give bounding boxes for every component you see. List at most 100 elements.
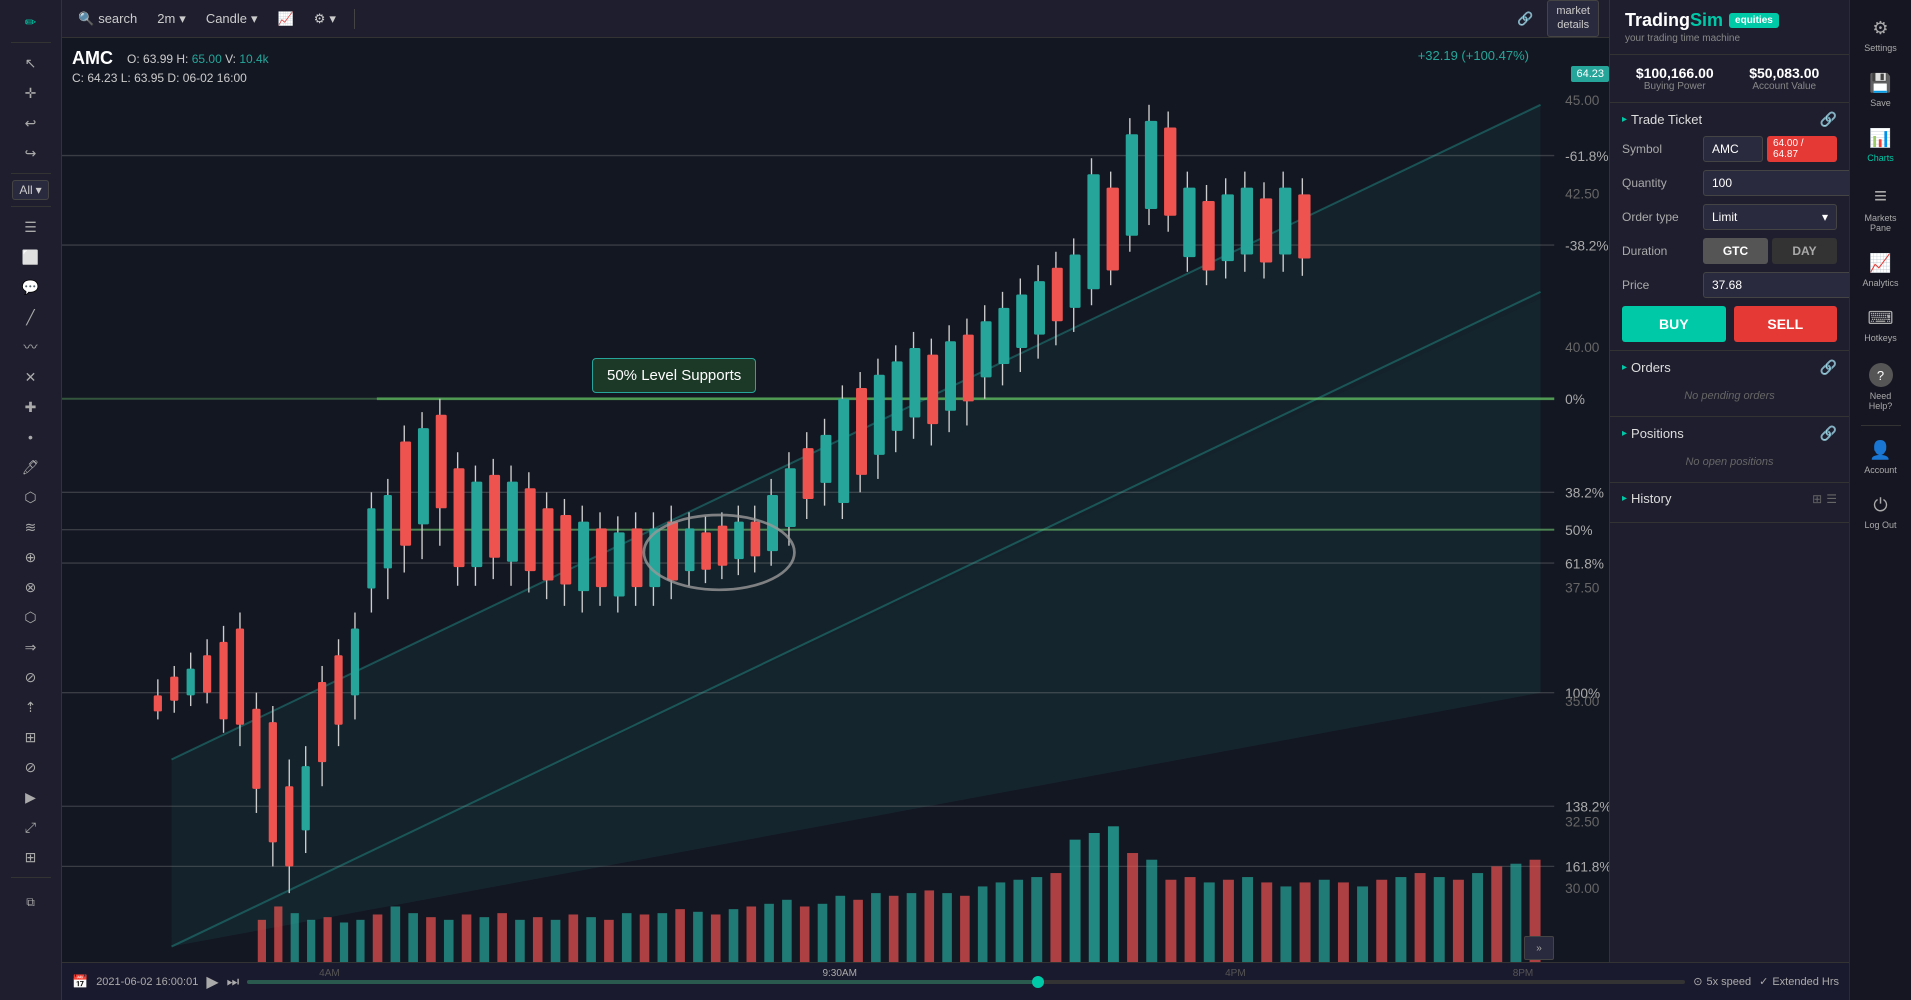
hex-2-tool[interactable]: ⬡	[13, 603, 49, 631]
buying-power-value: $100,166.00	[1625, 65, 1725, 81]
chart-type-btn[interactable]: Candle ▾	[200, 7, 264, 31]
tradingsim-logo-area: TradingSim equities your trading time ma…	[1625, 10, 1779, 44]
order-type-select[interactable]: Limit ▾	[1703, 204, 1837, 230]
plus-tool[interactable]: ✚	[13, 393, 49, 421]
timeframe-btn[interactable]: 2m ▾	[151, 7, 192, 31]
timeline-bar-area[interactable]: 4AM 9:30AM 4PM 8PM	[247, 963, 1685, 1000]
sidebar-item-account[interactable]: 👤 Account	[1853, 430, 1909, 485]
orders-link-icon[interactable]: 🔗	[1820, 359, 1837, 376]
dot-tool[interactable]: •	[13, 423, 49, 451]
play-tool[interactable]: ▶	[13, 783, 49, 811]
play-button[interactable]: ▶	[206, 972, 218, 992]
skip-button[interactable]: ⏭	[227, 973, 240, 990]
delete-tool[interactable]: 🗑	[0, 888, 5, 916]
x-tool[interactable]: ✕	[13, 363, 49, 391]
pencil-tool[interactable]: ✏	[13, 8, 49, 36]
chart-svg[interactable]: 9:30 10:00 10:30 11:00 11:30 12:00 12:30…	[62, 38, 1609, 1000]
date-value: 06-02 16:00	[183, 71, 247, 85]
sidebar-item-logout[interactable]: ⏻ Log Out	[1853, 485, 1909, 540]
history-grid-icon[interactable]: ⊞	[1812, 492, 1822, 506]
sidebar-item-settings[interactable]: ⚙ Settings	[1853, 8, 1909, 63]
duration-day-btn[interactable]: DAY	[1772, 238, 1837, 264]
line-tool[interactable]: ☰	[13, 213, 49, 241]
orders-header[interactable]: Orders 🔗	[1622, 359, 1837, 376]
price-input-row: ▲ ▼	[1703, 272, 1849, 298]
svg-text:-38.2%: -38.2%	[1565, 239, 1608, 254]
sidebar-markets-label: MarketsPane	[1864, 213, 1896, 233]
symbol-input[interactable]	[1703, 136, 1763, 162]
trade-ticket-link-icon[interactable]: 🔗	[1820, 111, 1837, 128]
multi-line-tool[interactable]: ≋	[13, 513, 49, 541]
sidebar-item-save[interactable]: 💾 Save	[1853, 63, 1909, 118]
market-details-btn[interactable]: marketdetails	[1547, 0, 1599, 36]
grid-2-tool[interactable]: ⊞	[13, 843, 49, 871]
sidebar-item-need-help[interactable]: ? NeedHelp?	[1853, 353, 1909, 421]
svg-text:35.00: 35.00	[1565, 694, 1599, 709]
redo-tool[interactable]: ↪	[13, 139, 49, 167]
history-header[interactable]: History ⊞ ☰	[1622, 491, 1837, 506]
arrow-tool[interactable]: ⇒	[13, 633, 49, 661]
wave-tool[interactable]: 〰	[13, 333, 49, 361]
sell-button[interactable]: SELL	[1734, 306, 1838, 342]
buy-button[interactable]: BUY	[1622, 306, 1726, 342]
far-right-sidebar: ⚙ Settings 💾 Save 📊 Charts ≡ MarketsPane…	[1849, 0, 1911, 1000]
equities-badge[interactable]: equities	[1729, 13, 1779, 28]
speed-control[interactable]: ⊙ 5x speed	[1693, 975, 1751, 988]
line-chart-btn[interactable]: 📈	[272, 7, 300, 31]
charts-icon: 📊	[1869, 128, 1891, 149]
history-menu-icon[interactable]: ☰	[1826, 492, 1837, 506]
svg-text:40.00: 40.00	[1565, 340, 1599, 355]
ban-2-tool[interactable]: ⊘	[13, 753, 49, 781]
diagonal-line-tool[interactable]: ╱	[13, 303, 49, 331]
sidebar-item-analytics[interactable]: 📈 Analytics	[1853, 243, 1909, 298]
ban-tool[interactable]: ⊘	[13, 663, 49, 691]
timeline-track	[247, 980, 1685, 984]
expand-btn[interactable]: »	[1524, 936, 1554, 960]
sidebar-item-charts[interactable]: 📊 Charts	[1853, 118, 1909, 173]
duration-gtc-btn[interactable]: GTC	[1703, 238, 1768, 264]
up-arrow-tool[interactable]: ⇡	[13, 693, 49, 721]
low-value: 63.95	[134, 71, 164, 85]
svg-text:161.8%: 161.8%	[1565, 860, 1609, 875]
sidebar-logout-label: Log Out	[1864, 520, 1896, 530]
symbol-row: Symbol 64.00 / 64.87	[1622, 136, 1837, 162]
undo-tool[interactable]: ↩	[13, 109, 49, 137]
all-label: All	[19, 183, 32, 197]
price-label: Price	[1622, 278, 1697, 292]
duration-label: Duration	[1622, 244, 1697, 258]
cross-tool[interactable]: ⊗	[13, 573, 49, 601]
trade-ticket-header[interactable]: Trade Ticket 🔗	[1622, 111, 1837, 128]
cursor-tool[interactable]: ↖	[13, 49, 49, 77]
rect-tool[interactable]: ⬜	[13, 243, 49, 271]
price-input[interactable]	[1703, 272, 1849, 298]
timeline-thumb[interactable]	[1032, 976, 1044, 988]
expand-tool[interactable]: ⤢	[13, 813, 49, 841]
copy-tool[interactable]: ⧉	[13, 888, 49, 916]
account-value-stat: $50,083.00 Account Value	[1735, 65, 1835, 92]
analytics-icon: 📈	[1869, 253, 1891, 274]
link-btn[interactable]: 🔗	[1511, 7, 1539, 31]
positions-header[interactable]: Positions 🔗	[1622, 425, 1837, 442]
text-tool[interactable]: 💬	[13, 273, 49, 301]
hex-tool[interactable]: ⬡	[13, 483, 49, 511]
crosshair-tool[interactable]: ✛	[13, 79, 49, 107]
orders-empty-text: No pending orders	[1622, 384, 1837, 408]
search-btn[interactable]: 🔍 search	[72, 7, 143, 31]
pen-tool[interactable]: 🖊	[13, 453, 49, 481]
separator-1	[354, 9, 355, 29]
sidebar-item-hotkeys[interactable]: ⌨ Hotkeys	[1853, 298, 1909, 353]
settings-btn[interactable]: ⚙ ▾	[308, 7, 342, 31]
chart-header: AMC O: 63.99 H: 65.00 V: 10.4k C: 64.23 …	[72, 48, 269, 85]
high-value: 65.00	[192, 52, 222, 66]
close-value: 64.23	[87, 71, 117, 85]
extended-hours-toggle[interactable]: ✓ Extended Hrs	[1759, 975, 1839, 988]
sidebar-item-markets-pane[interactable]: ≡ MarketsPane	[1853, 173, 1909, 243]
quantity-input[interactable]	[1703, 170, 1849, 196]
grid-tool[interactable]: ⊞	[13, 723, 49, 751]
positions-link-icon[interactable]: 🔗	[1820, 425, 1837, 442]
chart-ohlc: O: 63.99 H: 65.00 V: 10.4k	[127, 52, 269, 66]
circle-tool[interactable]: ⊕	[13, 543, 49, 571]
all-dropdown[interactable]: All ▾	[12, 180, 48, 200]
price-row: Price ▲ ▼	[1622, 272, 1837, 298]
speed-value: 5x speed	[1706, 976, 1751, 988]
